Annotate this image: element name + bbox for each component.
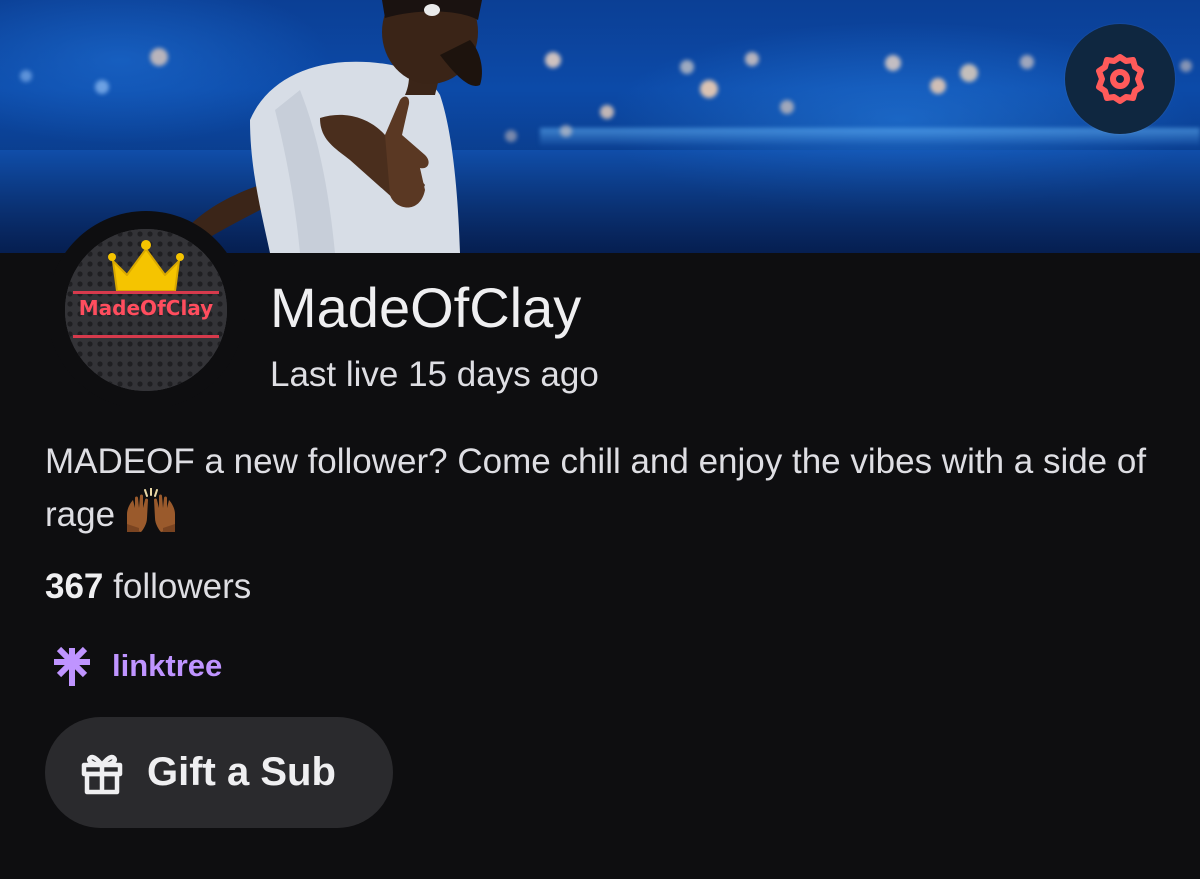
gift-icon <box>81 754 123 794</box>
avatar[interactable]: MadeOfClay <box>65 229 227 391</box>
linktree-label: linktree <box>112 648 223 683</box>
linktree-link[interactable]: linktree <box>50 640 222 692</box>
followers-label: followers <box>113 567 252 606</box>
channel-profile-page: MadeOfClay MadeOfClay Last live 15 days … <box>0 0 1200 879</box>
bio-text: MADEOF a new follower? Come chill and en… <box>45 442 1147 534</box>
avatar-logo-text: MadeOfClay <box>78 296 214 320</box>
followers-number: 367 <box>45 567 104 606</box>
banner-person-image <box>190 0 482 253</box>
followers-count: 367 followers <box>45 566 251 608</box>
settings-button[interactable] <box>1065 24 1175 134</box>
channel-name: MadeOfClay <box>270 276 582 339</box>
raising-hands-emoji <box>127 488 176 532</box>
channel-bio: MADEOF a new follower? Come chill and en… <box>45 436 1155 541</box>
gear-icon <box>1096 54 1144 104</box>
gift-a-sub-label: Gift a Sub <box>147 750 336 794</box>
linktree-icon <box>54 646 90 686</box>
last-live-status: Last live 15 days ago <box>270 355 599 394</box>
gift-a-sub-button[interactable]: Gift a Sub <box>45 717 393 828</box>
channel-banner <box>0 0 1200 253</box>
